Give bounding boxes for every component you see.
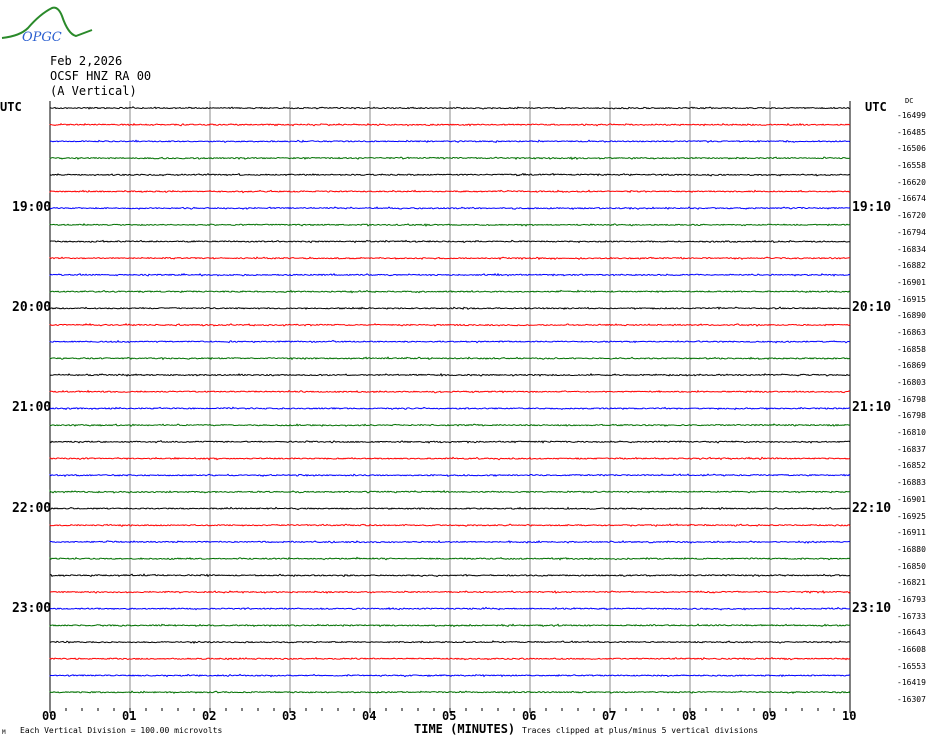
corner-mark: M	[2, 729, 6, 736]
x-tick-label: 07	[602, 709, 617, 723]
clip-note: Traces clipped at plus/minus 5 vertical …	[522, 726, 759, 735]
dc-offset-label: -16620	[897, 177, 926, 187]
x-tick-label: 05	[442, 709, 457, 723]
dc-offset-label: -16880	[897, 544, 926, 554]
right-time-label: 20:10	[852, 300, 892, 316]
left-time-label: 19:00	[12, 200, 52, 216]
left-time-label: 21:00	[12, 400, 52, 416]
seismogram-plot	[49, 101, 851, 713]
opgc-logo: OPGC	[1, 6, 93, 45]
right-time-label: 21:10	[852, 400, 892, 416]
utc-right-label: UTC	[865, 100, 887, 114]
x-tick-label: 10	[842, 709, 857, 723]
dc-offset-label: -16794	[897, 227, 926, 237]
dc-offset-label: -16925	[897, 511, 926, 521]
dc-offset-label: -16720	[897, 211, 926, 221]
x-tick-label: 06	[522, 709, 537, 723]
dc-offset-label: -16911	[897, 528, 926, 538]
x-tick-label: 00	[42, 709, 57, 723]
x-tick-label: 03	[282, 709, 297, 723]
dc-offset-label: -16793	[897, 595, 926, 604]
dc-offset-label: -16674	[897, 194, 926, 204]
dc-offset-label: -16858	[897, 344, 926, 354]
left-time-label: 20:00	[12, 300, 52, 316]
svg-text:OPGC: OPGC	[22, 30, 62, 45]
dc-offset-label: -16882	[897, 261, 926, 271]
x-tick-label: 02	[202, 709, 217, 723]
date-label: Feb 2,2026	[50, 54, 123, 68]
scale-note: Each Vertical Division = 100.00 microvol…	[20, 726, 223, 735]
dc-offset-label: -16506	[897, 144, 926, 154]
right-time-label: 19:10	[852, 200, 892, 216]
dc-offset-label: -16553	[897, 661, 926, 671]
dc-offset-label: -16869	[897, 361, 926, 371]
right-time-label: 23:10	[852, 600, 892, 616]
dc-offset-label: -16643	[897, 628, 926, 638]
dc-offset-label: -16307	[897, 695, 926, 705]
component-label: (A Vertical)	[50, 84, 137, 98]
dc-offset-label: -16798	[897, 411, 926, 421]
dc-offset-label: -16485	[897, 127, 926, 137]
dc-offset-label: -16883	[897, 478, 926, 488]
left-time-label: 23:00	[12, 600, 52, 616]
dc-offset-label: -16558	[897, 161, 926, 171]
x-tick-label: 09	[762, 709, 777, 723]
dc-offset-label: -16821	[897, 578, 926, 588]
x-tick-label: 08	[682, 709, 697, 723]
dc-offset-label: -16901	[897, 277, 926, 287]
station-label: OCSF HNZ RA 00	[50, 69, 152, 83]
x-tick-label: 01	[122, 709, 137, 723]
x-tick-label: 04	[362, 709, 377, 723]
dc-offset-label: -16798	[897, 394, 926, 404]
dc-offset-label: -16499	[897, 111, 926, 120]
dc-offset-label: -16852	[897, 461, 926, 471]
dc-offset-label: -16419	[897, 678, 926, 688]
x-axis-label: TIME (MINUTES)	[414, 722, 516, 736]
dc-offset-label: -16890	[897, 311, 926, 321]
dc-offset-label: -16850	[897, 561, 926, 571]
dc-offset-label: -16834	[897, 244, 926, 254]
dc-offset-label: -16901	[897, 494, 926, 504]
dc-offset-label: -16863	[897, 327, 926, 337]
dc-offset-label: -16915	[897, 294, 926, 304]
dc-label: DC	[905, 97, 914, 105]
right-time-label: 22:10	[852, 500, 892, 516]
dc-offset-label: -16810	[897, 428, 926, 438]
left-time-label: 22:00	[12, 500, 52, 516]
dc-offset-label: -16733	[897, 611, 926, 621]
dc-offset-label: -16608	[897, 645, 926, 655]
utc-left-label: UTC	[0, 100, 22, 114]
dc-offset-label: -16803	[897, 378, 926, 388]
dc-offset-label: -16837	[897, 444, 926, 454]
